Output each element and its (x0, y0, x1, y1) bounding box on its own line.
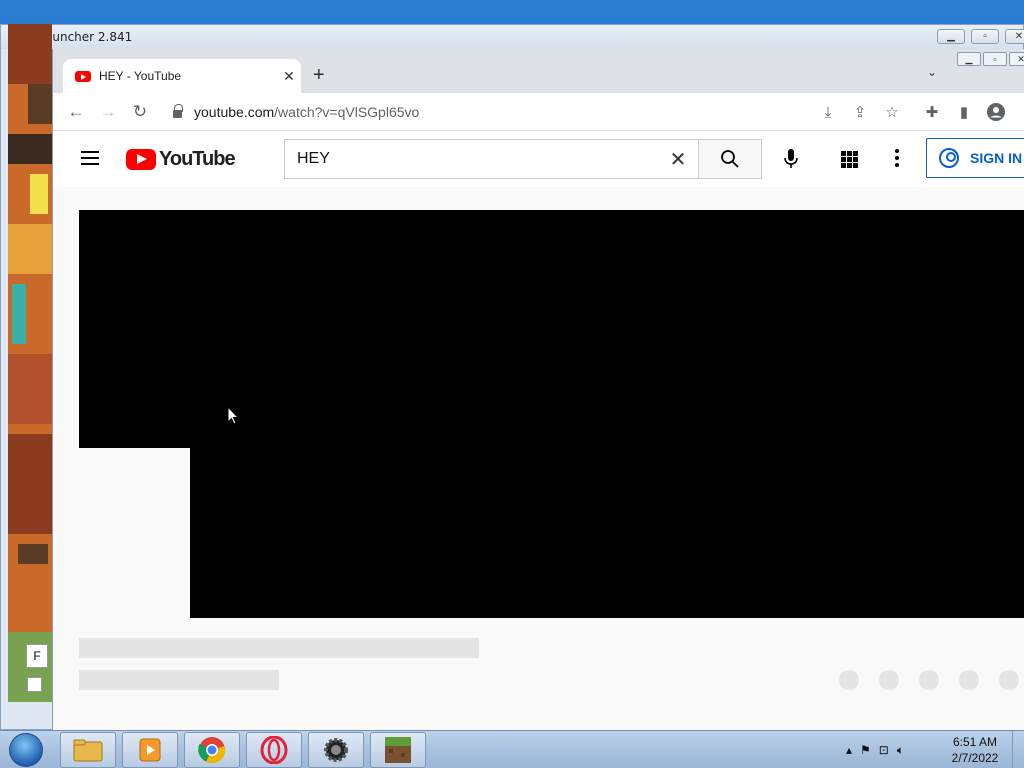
tlauncher-game-art (8, 24, 52, 700)
opera-icon (260, 736, 288, 764)
tlauncher-minimize-button[interactable]: ▁ (937, 29, 965, 44)
new-tab-button[interactable]: + (313, 65, 325, 85)
media-player-icon (139, 738, 161, 762)
action-skeleton (919, 670, 939, 690)
windows-start-icon (9, 733, 43, 767)
taskbar-gear-app[interactable] (308, 732, 364, 768)
youtube-logo[interactable]: YouTube (126, 148, 236, 171)
microphone-icon (784, 149, 798, 168)
search-input[interactable]: HEY ✕ (284, 139, 698, 179)
taskbar: ▴ ⚑ ⊡ 🔈︎ 6:51 AM 2/7/2022 (0, 730, 1024, 768)
chrome-icon (198, 737, 226, 764)
taskbar-file-explorer[interactable] (60, 732, 116, 768)
volume-icon[interactable]: 🔈︎ (897, 743, 904, 758)
action-center-flag-icon[interactable]: ⚑ (860, 743, 871, 757)
tab-strip: ▁ ▫ ✕ HEY - YouTube ✕ + ⌄ (53, 49, 1024, 93)
folder-icon (73, 739, 103, 762)
url-host: youtube.com (194, 104, 275, 120)
reload-icon[interactable]: ↻ (129, 101, 151, 123)
sign-in-button[interactable]: SIGN IN (926, 138, 1024, 178)
chrome-window: ▁ ▫ ✕ HEY - YouTube ✕ + ⌄ ← → ↻ youtube.… (52, 49, 1024, 730)
address-bar[interactable]: youtube.com/watch?v=qVlSGpl65vo (163, 97, 803, 127)
tlauncher-checkbox[interactable] (27, 677, 42, 692)
youtube-header: YouTube HEY ✕ SIGN IN (53, 131, 1024, 187)
search-icon (721, 150, 739, 168)
taskbar-media-player[interactable] (122, 732, 178, 768)
bookmark-star-icon[interactable]: ☆ (883, 103, 901, 121)
back-arrow-icon[interactable]: ← (65, 101, 87, 123)
video-player[interactable] (79, 210, 1024, 448)
apps-grid-icon[interactable] (841, 151, 858, 168)
show-desktop-button[interactable] (1012, 731, 1024, 768)
system-tray: ▴ ⚑ ⊡ 🔈︎ (840, 731, 904, 768)
mouse-cursor-icon (227, 406, 239, 425)
chrome-maximize-button[interactable]: ▫ (983, 52, 1007, 66)
title-skeleton (79, 638, 479, 658)
account-icon (939, 148, 959, 168)
side-panel-icon[interactable]: ▮ (955, 103, 973, 121)
voice-search-button[interactable] (775, 143, 807, 175)
subtitle-skeleton (79, 670, 279, 690)
tab-search-chevron-icon[interactable]: ⌄ (927, 65, 937, 79)
chrome-close-button[interactable]: ✕ (1009, 52, 1024, 66)
tab-title: HEY - YouTube (99, 69, 182, 83)
tab-close-icon[interactable]: ✕ (277, 68, 301, 85)
gear-app-icon (324, 738, 348, 762)
more-options-icon[interactable] (895, 149, 899, 167)
tlauncher-titlebar[interactable]: TLauncher 2.841 ▁ ▫ ✕ (1, 25, 1024, 49)
url-path: /watch?v=qVlSGpl65vo (274, 104, 420, 120)
action-skeleton (839, 670, 859, 690)
taskbar-minecraft[interactable] (370, 732, 426, 768)
lock-icon[interactable] (173, 104, 183, 118)
tlauncher-close-button[interactable]: ✕ (1005, 29, 1024, 44)
clock-date: 2/7/2022 (951, 751, 999, 765)
video-player-lower[interactable] (190, 448, 1024, 618)
clock-time: 6:51 AM (952, 735, 998, 749)
youtube-favicon-icon (75, 70, 91, 82)
search-query: HEY (297, 150, 330, 167)
install-app-icon[interactable]: ⤓ (819, 103, 837, 121)
hamburger-menu-icon[interactable] (81, 151, 99, 165)
clear-search-icon[interactable]: ✕ (658, 147, 698, 172)
youtube-logo-text: YouTube (159, 148, 236, 170)
search-button[interactable] (698, 139, 762, 179)
profile-icon[interactable] (987, 103, 1005, 121)
minecraft-icon (385, 737, 411, 763)
action-skeleton (999, 670, 1019, 690)
browser-tab-youtube[interactable]: HEY - YouTube ✕ (63, 59, 301, 93)
start-button[interactable] (4, 732, 48, 768)
tlauncher-text-field[interactable]: F (26, 644, 48, 668)
browser-toolbar: ← → ↻ youtube.com/watch?v=qVlSGpl65vo ⤓ … (53, 93, 1024, 175)
sign-in-label: SIGN IN (970, 150, 1023, 166)
tlauncher-maximize-button[interactable]: ▫ (971, 29, 999, 44)
network-icon[interactable]: ⊡ (879, 743, 889, 757)
chrome-minimize-button[interactable]: ▁ (957, 52, 981, 66)
taskbar-chrome[interactable] (184, 732, 240, 768)
action-skeleton (879, 670, 899, 690)
share-icon[interactable]: ⇪ (851, 103, 869, 121)
extensions-puzzle-icon[interactable]: ✚ (923, 103, 941, 121)
youtube-play-logo-icon (126, 149, 156, 170)
show-hidden-icons-chevron-icon[interactable]: ▴ (846, 743, 852, 757)
forward-arrow-icon[interactable]: → (97, 101, 119, 123)
action-skeleton (959, 670, 979, 690)
taskbar-opera[interactable] (246, 732, 302, 768)
system-clock[interactable]: 6:51 AM 2/7/2022 (940, 734, 1010, 766)
